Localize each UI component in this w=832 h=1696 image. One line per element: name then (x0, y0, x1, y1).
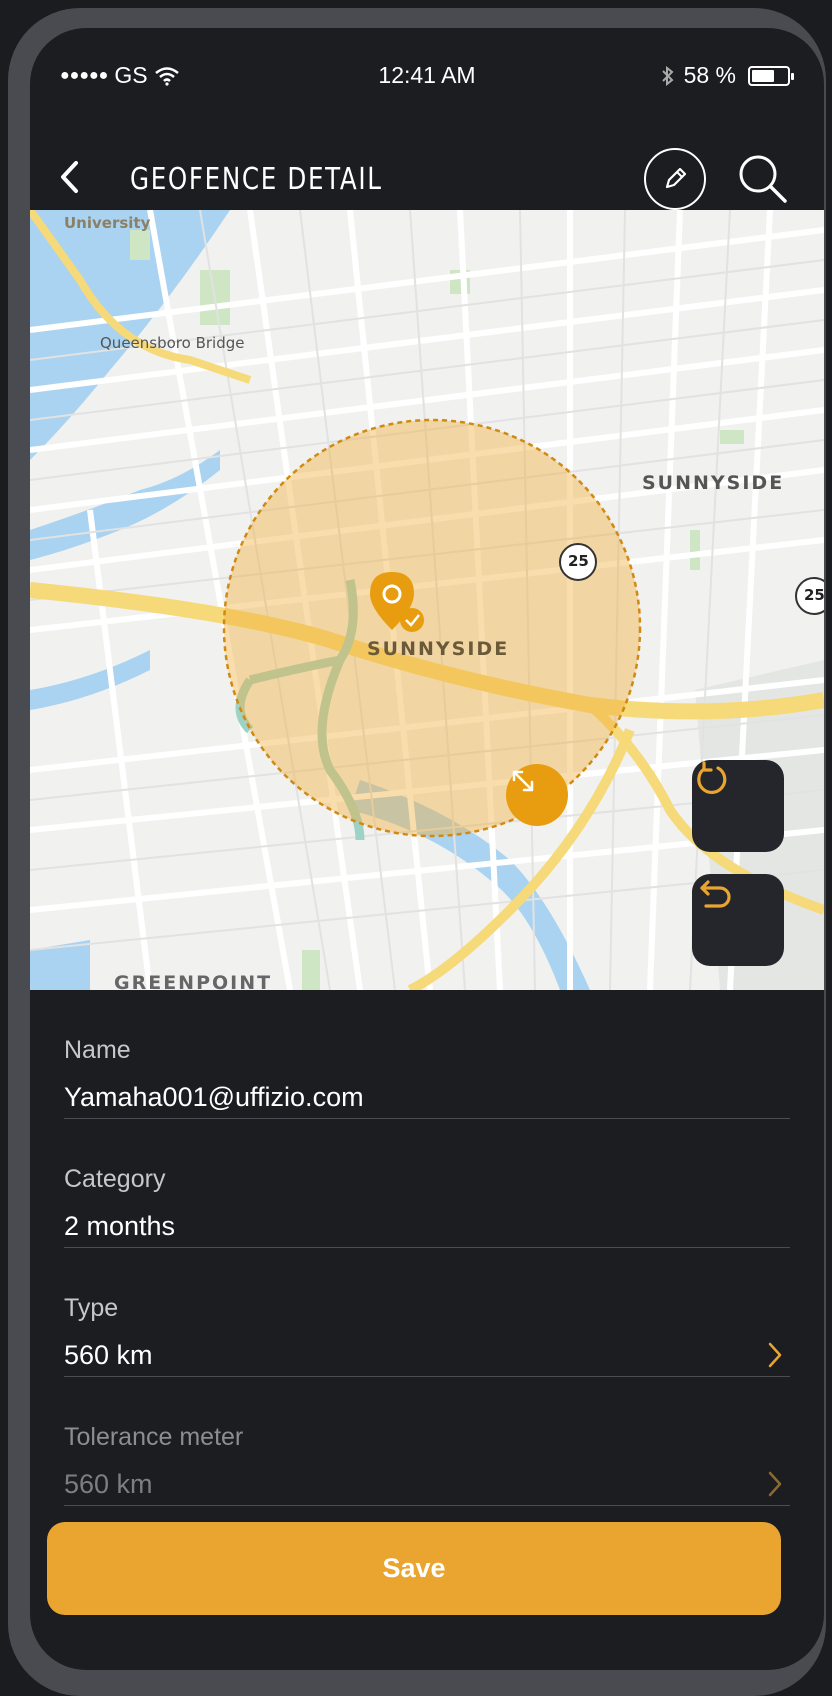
name-label: Name (64, 1036, 131, 1064)
screen: ●●●●● GS 12:41 AM 58 % GEOFENCE DETAIL U… (30, 28, 824, 1670)
map-label-university: University (64, 214, 151, 232)
chevron-right-icon[interactable] (764, 1340, 786, 1370)
category-field[interactable]: Category 2 months (64, 1119, 790, 1248)
bluetooth-icon (661, 65, 674, 86)
resize-icon (512, 770, 534, 792)
route-badge-25a: 25 (568, 552, 589, 570)
tolerance-label: Tolerance meter (64, 1423, 244, 1451)
status-right: 58 % (660, 62, 794, 89)
undo-icon (700, 880, 731, 908)
status-bar: ●●●●● GS 12:41 AM 58 % (30, 28, 824, 118)
tolerance-value[interactable]: 560 km (64, 1469, 153, 1500)
map-label-queensboro: Queensboro Bridge (100, 334, 245, 352)
chevron-right-icon[interactable] (764, 1469, 786, 1499)
undo-button[interactable] (692, 874, 784, 966)
category-value[interactable]: 2 months (64, 1211, 175, 1242)
category-label: Category (64, 1165, 166, 1193)
pencil-icon (665, 167, 687, 189)
map-canvas (30, 210, 824, 990)
save-button[interactable]: Save (47, 1522, 781, 1615)
battery-icon (748, 65, 794, 86)
search-icon (739, 155, 787, 203)
chevron-left-icon (61, 161, 78, 193)
route-badge-25b: 25 (804, 586, 824, 604)
map-label-greenpoint: GREENPOINT (114, 972, 273, 990)
map-label-sunnyside-center: SUNNYSIDE (367, 638, 510, 660)
battery-fill (752, 69, 775, 82)
name-field[interactable]: Name Yamaha001@uffizio.com (64, 990, 790, 1119)
geofence-map[interactable]: University Queensboro Bridge SUNNYSIDE S… (30, 210, 824, 990)
type-field[interactable]: Type 560 km (64, 1248, 790, 1377)
search-button[interactable] (732, 148, 794, 210)
type-label: Type (64, 1294, 119, 1322)
page-title: GEOFENCE DETAIL (130, 162, 383, 197)
edit-button[interactable] (644, 148, 706, 210)
rotate-button[interactable] (692, 760, 784, 852)
back-button[interactable] (58, 152, 98, 202)
resize-handle[interactable] (506, 764, 568, 826)
map-label-sunnyside-right: SUNNYSIDE (642, 472, 785, 494)
geofence-form: Name Yamaha001@uffizio.com Category 2 mo… (64, 990, 790, 1506)
name-value[interactable]: Yamaha001@uffizio.com (64, 1082, 364, 1113)
tolerance-field[interactable]: Tolerance meter 560 km (64, 1377, 790, 1506)
battery-percent: 58 % (683, 62, 736, 88)
rotate-icon (697, 761, 727, 795)
type-value[interactable]: 560 km (64, 1340, 153, 1371)
